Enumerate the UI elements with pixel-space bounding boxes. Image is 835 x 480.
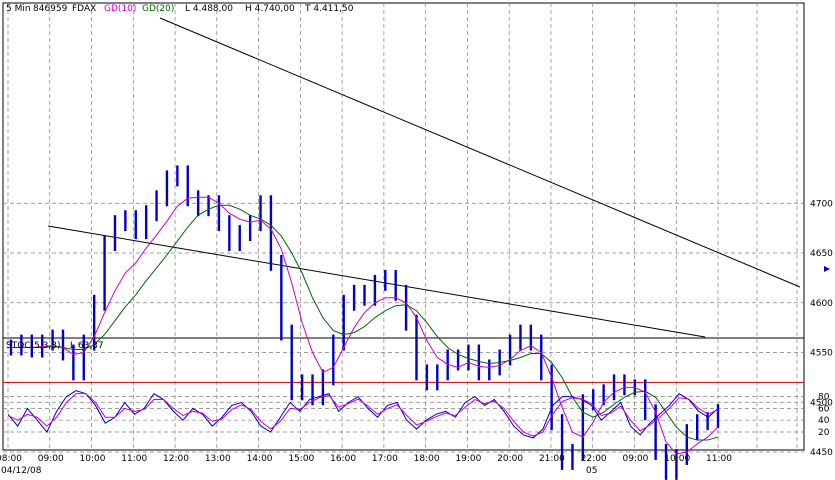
stoch-tick-label: 40 bbox=[818, 416, 830, 426]
x-tick-label: 15:00 bbox=[288, 454, 314, 464]
lower-trend-line bbox=[47, 225, 706, 338]
x-tick-label: 19:00 bbox=[455, 454, 481, 464]
stoch-value: L 63,37 bbox=[70, 341, 104, 351]
y-tick-label: 4600 bbox=[810, 299, 833, 309]
stoch-tick-label: 80 bbox=[818, 393, 830, 403]
x-tick-label: 09:00 bbox=[622, 454, 648, 464]
x-tick-label: 22:00 bbox=[581, 454, 607, 464]
last-label: T 4.411,50 bbox=[304, 4, 354, 14]
x-tick-label: 14:00 bbox=[247, 454, 273, 464]
y-tick-label: 4700 bbox=[810, 199, 833, 209]
stoch-label: STOC(5,3,3) bbox=[6, 341, 61, 351]
price-panel bbox=[2, 2, 805, 339]
x-tick-label: 08:00 bbox=[0, 454, 22, 464]
x-tick-label: 12:00 bbox=[163, 454, 189, 464]
x-tick-label: 16:00 bbox=[330, 454, 356, 464]
price-chart: 44504500455046004650470020406080 08:0009… bbox=[0, 2, 833, 480]
stoch-tick-label: 20 bbox=[818, 428, 830, 438]
stochastic-lines bbox=[7, 390, 719, 439]
x-tick-label: 13:00 bbox=[205, 454, 231, 464]
symbol-label: FDAX bbox=[72, 4, 96, 14]
price-bars bbox=[9, 165, 720, 480]
high-label: H 4.740,00 bbox=[245, 4, 295, 14]
trend-lines bbox=[47, 17, 801, 338]
volume-label: 846959 bbox=[33, 4, 68, 14]
x-tick-label: 21:00 bbox=[539, 454, 565, 464]
interval-label: 5 Min bbox=[6, 4, 31, 14]
start-date-label: 04/12/08 bbox=[1, 466, 42, 476]
x-tick-label: 18:00 bbox=[414, 454, 440, 464]
next-day-label: 05 bbox=[586, 466, 597, 476]
y-tick-label: 4650 bbox=[810, 249, 833, 259]
stoch-panel bbox=[2, 337, 805, 451]
gd10-label: GD(10) bbox=[104, 4, 136, 14]
gd20-label: GD(20) bbox=[142, 4, 174, 14]
x-tick-label: 10:00 bbox=[80, 454, 106, 464]
x-tick-label: 11:00 bbox=[121, 454, 147, 464]
x-tick-label: 20:00 bbox=[497, 454, 523, 464]
y-tick-label: 4550 bbox=[810, 349, 833, 359]
stoch-line bbox=[7, 390, 719, 439]
stoch-tick-label: 60 bbox=[818, 404, 830, 414]
x-tick-label: 09:00 bbox=[38, 454, 64, 464]
y-tick-labels: 44504500455046004650470020406080 bbox=[810, 199, 833, 458]
upper-trend-line bbox=[159, 17, 801, 288]
x-tick-label: 11:00 bbox=[706, 454, 732, 464]
y-tick-label: 4450 bbox=[810, 448, 833, 458]
x-tick-labels: 08:00 09:00 10:00 11:00 12:00 13:00 14:00 15:00… bbox=[0, 454, 732, 464]
x-tick-label: 10:00 bbox=[664, 454, 690, 464]
last-price-marker bbox=[824, 266, 830, 272]
grid-lines bbox=[3, 3, 804, 453]
x-tick-label: 17:00 bbox=[372, 454, 398, 464]
low-label: L 4.488,00 bbox=[185, 4, 233, 14]
stoch-signal-line bbox=[7, 393, 719, 437]
